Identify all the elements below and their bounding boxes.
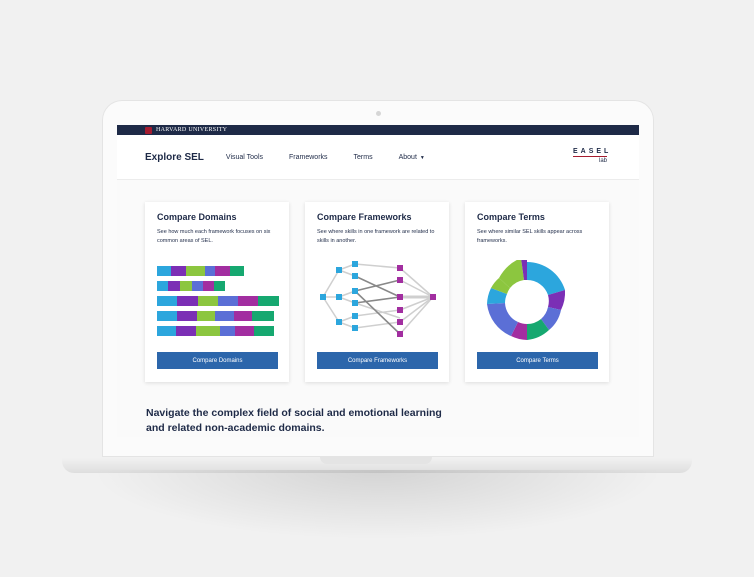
- card-description: See where skills in one framework are re…: [317, 229, 435, 244]
- university-name[interactable]: HARVARD UNIVERSITY: [156, 127, 227, 133]
- caret-down-icon: ▼: [419, 154, 425, 161]
- compare-terms-button[interactable]: Compare Terms: [477, 352, 598, 369]
- laptop-notch: [320, 457, 432, 464]
- easel-lab-logo[interactable]: EASEL lab: [573, 148, 609, 168]
- nav-visual-tools[interactable]: Visual Tools: [226, 154, 263, 161]
- network-visual: [320, 261, 436, 337]
- main-nav: Explore SEL Visual Tools Frameworks Term…: [117, 135, 639, 180]
- page-tagline: Navigate the complex field of social and…: [146, 407, 442, 434]
- nav-about[interactable]: About ▼: [399, 154, 425, 161]
- easel-logo-text: EASEL: [573, 148, 612, 155]
- stacked-bar-visual: [157, 266, 279, 336]
- card-description: See where similar SEL skills appear acro…: [477, 229, 583, 244]
- screen: HARVARD UNIVERSITY Explore SEL Visual To…: [117, 125, 639, 437]
- nav-frameworks[interactable]: Frameworks: [289, 154, 328, 161]
- card-title: Compare Frameworks: [317, 212, 412, 222]
- compare-domains-button[interactable]: Compare Domains: [157, 352, 278, 369]
- card-compare-frameworks: Compare Frameworks See where skills in o…: [305, 202, 449, 382]
- university-bar: HARVARD UNIVERSITY: [117, 125, 639, 135]
- laptop-shadow: [90, 470, 665, 540]
- nav-about-label: About: [398, 153, 417, 161]
- card-title: Compare Terms: [477, 212, 545, 222]
- easel-logo-sub: lab: [598, 158, 607, 164]
- logo-divider: [573, 156, 607, 157]
- compare-frameworks-button[interactable]: Compare Frameworks: [317, 352, 438, 369]
- card-compare-terms: Compare Terms See where similar SEL skil…: [465, 202, 609, 382]
- card-compare-domains: Compare Domains See how much each framew…: [145, 202, 289, 382]
- nav-terms[interactable]: Terms: [354, 154, 373, 161]
- site-brand[interactable]: Explore SEL: [145, 152, 204, 163]
- content-area: Compare Domains See how much each framew…: [117, 180, 639, 437]
- sunburst-visual: [487, 260, 566, 340]
- harvard-shield-icon: [145, 126, 152, 134]
- card-title: Compare Domains: [157, 212, 237, 222]
- card-description: See how much each framework focuses on s…: [157, 229, 271, 244]
- camera-dot: [376, 111, 381, 116]
